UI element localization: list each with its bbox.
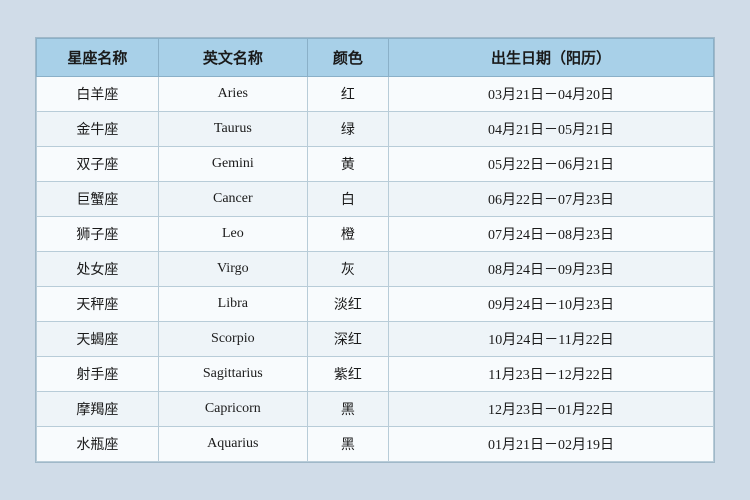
cell-en: Cancer bbox=[158, 182, 307, 217]
cell-color: 灰 bbox=[307, 252, 388, 287]
table-row: 摩羯座Capricorn黑12月23日－01月22日 bbox=[37, 392, 714, 427]
cell-zh: 白羊座 bbox=[37, 77, 159, 112]
header-color: 颜色 bbox=[307, 39, 388, 77]
cell-en: Scorpio bbox=[158, 322, 307, 357]
table-row: 巨蟹座Cancer白06月22日－07月23日 bbox=[37, 182, 714, 217]
cell-date: 03月21日－04月20日 bbox=[389, 77, 714, 112]
header-date: 出生日期（阳历） bbox=[389, 39, 714, 77]
cell-date: 07月24日－08月23日 bbox=[389, 217, 714, 252]
header-zh: 星座名称 bbox=[37, 39, 159, 77]
cell-date: 11月23日－12月22日 bbox=[389, 357, 714, 392]
cell-color: 深红 bbox=[307, 322, 388, 357]
cell-en: Capricorn bbox=[158, 392, 307, 427]
cell-zh: 水瓶座 bbox=[37, 427, 159, 462]
cell-zh: 狮子座 bbox=[37, 217, 159, 252]
cell-color: 紫红 bbox=[307, 357, 388, 392]
cell-en: Taurus bbox=[158, 112, 307, 147]
table-row: 双子座Gemini黄05月22日－06月21日 bbox=[37, 147, 714, 182]
cell-color: 橙 bbox=[307, 217, 388, 252]
cell-en: Gemini bbox=[158, 147, 307, 182]
cell-color: 红 bbox=[307, 77, 388, 112]
cell-date: 12月23日－01月22日 bbox=[389, 392, 714, 427]
cell-color: 淡红 bbox=[307, 287, 388, 322]
zodiac-table-container: 星座名称 英文名称 颜色 出生日期（阳历） 白羊座Aries红03月21日－04… bbox=[35, 37, 715, 463]
cell-zh: 射手座 bbox=[37, 357, 159, 392]
cell-date: 08月24日－09月23日 bbox=[389, 252, 714, 287]
table-body: 白羊座Aries红03月21日－04月20日金牛座Taurus绿04月21日－0… bbox=[37, 77, 714, 462]
cell-en: Virgo bbox=[158, 252, 307, 287]
cell-zh: 双子座 bbox=[37, 147, 159, 182]
table-header-row: 星座名称 英文名称 颜色 出生日期（阳历） bbox=[37, 39, 714, 77]
cell-en: Libra bbox=[158, 287, 307, 322]
zodiac-table: 星座名称 英文名称 颜色 出生日期（阳历） 白羊座Aries红03月21日－04… bbox=[36, 38, 714, 462]
table-row: 射手座Sagittarius紫红11月23日－12月22日 bbox=[37, 357, 714, 392]
cell-color: 黑 bbox=[307, 427, 388, 462]
cell-en: Aquarius bbox=[158, 427, 307, 462]
table-row: 天蝎座Scorpio深红10月24日－11月22日 bbox=[37, 322, 714, 357]
cell-color: 白 bbox=[307, 182, 388, 217]
cell-zh: 摩羯座 bbox=[37, 392, 159, 427]
table-row: 金牛座Taurus绿04月21日－05月21日 bbox=[37, 112, 714, 147]
cell-en: Sagittarius bbox=[158, 357, 307, 392]
cell-color: 黑 bbox=[307, 392, 388, 427]
cell-date: 04月21日－05月21日 bbox=[389, 112, 714, 147]
header-en: 英文名称 bbox=[158, 39, 307, 77]
cell-date: 01月21日－02月19日 bbox=[389, 427, 714, 462]
cell-zh: 天蝎座 bbox=[37, 322, 159, 357]
table-row: 天秤座Libra淡红09月24日－10月23日 bbox=[37, 287, 714, 322]
cell-zh: 金牛座 bbox=[37, 112, 159, 147]
table-row: 狮子座Leo橙07月24日－08月23日 bbox=[37, 217, 714, 252]
cell-zh: 处女座 bbox=[37, 252, 159, 287]
cell-color: 黄 bbox=[307, 147, 388, 182]
cell-date: 06月22日－07月23日 bbox=[389, 182, 714, 217]
table-row: 白羊座Aries红03月21日－04月20日 bbox=[37, 77, 714, 112]
cell-en: Leo bbox=[158, 217, 307, 252]
cell-date: 09月24日－10月23日 bbox=[389, 287, 714, 322]
cell-date: 05月22日－06月21日 bbox=[389, 147, 714, 182]
cell-color: 绿 bbox=[307, 112, 388, 147]
cell-zh: 天秤座 bbox=[37, 287, 159, 322]
cell-zh: 巨蟹座 bbox=[37, 182, 159, 217]
table-row: 水瓶座Aquarius黑01月21日－02月19日 bbox=[37, 427, 714, 462]
table-row: 处女座Virgo灰08月24日－09月23日 bbox=[37, 252, 714, 287]
cell-date: 10月24日－11月22日 bbox=[389, 322, 714, 357]
cell-en: Aries bbox=[158, 77, 307, 112]
